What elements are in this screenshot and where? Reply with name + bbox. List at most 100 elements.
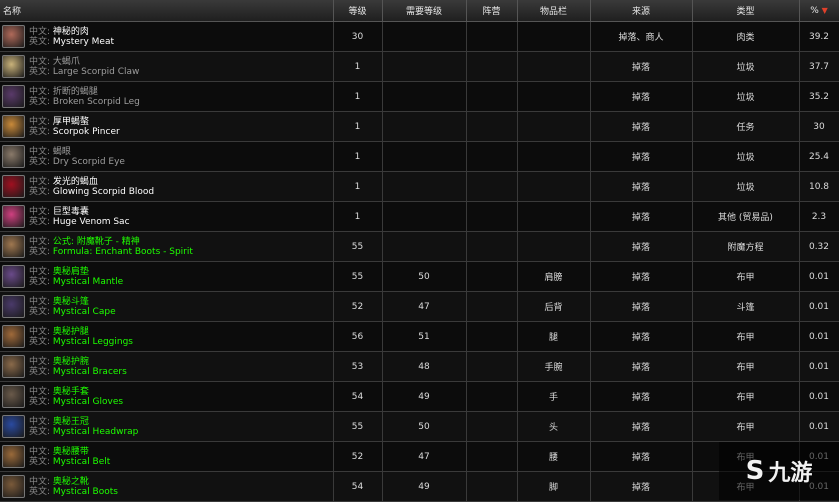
item-icon[interactable] [2, 445, 25, 468]
item-level: 1 [333, 171, 383, 202]
item-required-level: 51 [382, 321, 467, 352]
item-name-english[interactable]: Mystical Cape [53, 307, 116, 317]
item-name-chinese[interactable]: 奥秘手套 [53, 387, 89, 397]
column-header-type[interactable]: 类型 [692, 0, 800, 22]
item-slot: 肩膀 [517, 261, 591, 292]
item-name-english[interactable]: Huge Venom Sac [53, 217, 130, 227]
table-row[interactable]: 中文: 神秘的肉 英文: Mystery Meat 30 掉落、商人 肉类 39.2 [0, 21, 839, 52]
item-name-english[interactable]: Broken Scorpid Leg [53, 97, 140, 107]
item-icon[interactable] [2, 385, 25, 408]
item-name-chinese[interactable]: 奥秘护腿 [53, 327, 89, 337]
table-row[interactable]: 中文: 奥秘手套 英文: Mystical Gloves 54 49 手掉落 布甲 0.01 [0, 381, 839, 412]
item-icon[interactable] [2, 235, 25, 258]
item-name-cell: 中文: 公式: 附魔靴子 - 精神 英文: Formula: Enchant Bo… [0, 231, 334, 262]
table-row[interactable]: 中文: 发光的蝎血 英文: Glowing Scorpid Blood 1 掉落 垃圾 1… [0, 171, 839, 202]
item-name-english[interactable]: Mystical Leggings [53, 337, 133, 347]
item-name-chinese[interactable]: 奥秘肩垫 [53, 267, 89, 277]
item-type: 布甲 [692, 411, 800, 442]
item-name-chinese[interactable]: 厚甲蝎螯 [53, 117, 89, 127]
item-icon[interactable] [2, 25, 25, 48]
english-label: 英文: [29, 186, 51, 197]
item-name-english[interactable]: Mystical Belt [53, 457, 110, 467]
column-header-level[interactable]: 等级 [333, 0, 383, 22]
column-header-required-level[interactable]: 需要等级 [382, 0, 467, 22]
item-name-chinese[interactable]: 巨型毒囊 [53, 207, 89, 217]
item-name-chinese[interactable]: 大蝎爪 [53, 57, 80, 67]
item-type: 斗篷 [692, 291, 800, 322]
item-type: 肉类 [692, 21, 800, 52]
item-icon[interactable] [2, 415, 25, 438]
chinese-label: 中文: [29, 176, 51, 187]
column-header-source[interactable]: 来源 [590, 0, 693, 22]
item-required-level [382, 111, 467, 142]
table-row[interactable]: 中文: 大蝎爪 英文: Large Scorpid Claw 1 掉落 垃圾 37.7 [0, 51, 839, 82]
item-level: 1 [333, 51, 383, 82]
table-row[interactable]: 中文: 折断的蝎腿 英文: Broken Scorpid Leg 1 掉落 垃圾 35.2 [0, 81, 839, 112]
item-name-chinese[interactable]: 奥秘腰带 [53, 447, 89, 457]
item-type: 布甲 [692, 381, 800, 412]
table-row[interactable]: 中文: 奥秘斗篷 英文: Mystical Cape 52 47 后背 掉落 斗篷 0.01 [0, 291, 839, 322]
table-row[interactable]: 中文: 蝎眼 英文: Dry Scorpid Eye 1 掉落 垃圾 25.4 [0, 141, 839, 172]
item-name-english[interactable]: Formula: Enchant Boots - Spirit [53, 247, 193, 257]
item-name-chinese[interactable]: 发光的蝎血 [53, 177, 98, 187]
item-icon[interactable] [2, 175, 25, 198]
item-name-english[interactable]: Scorpok Pincer [53, 127, 120, 137]
item-icon[interactable] [2, 55, 25, 78]
item-type: 布甲 [692, 351, 800, 382]
item-faction [466, 381, 518, 412]
table-row[interactable]: 中文: 巨型毒囊 英文: Huge Venom Sac 1 掉落 其他 (贸易品) 2.3 [0, 201, 839, 232]
table-row[interactable]: 中文: 奥秘护腿 英文: Mystical Leggings 56 51 腿掉落 布甲 0.… [0, 321, 839, 352]
item-name-english[interactable]: Mystical Bracers [53, 367, 127, 377]
item-name-chinese[interactable]: 奥秘之靴 [53, 477, 89, 487]
item-name-english[interactable]: Large Scorpid Claw [53, 67, 140, 77]
english-label: 英文: [29, 336, 51, 347]
item-name-cell: 中文: 奥秘之靴 英文: Mystical Boots [0, 471, 334, 502]
item-name-chinese[interactable]: 折断的蝎腿 [53, 87, 98, 97]
item-name-chinese[interactable]: 蝎眼 [53, 147, 71, 157]
item-name-chinese[interactable]: 公式: 附魔靴子 - 精神 [53, 237, 140, 247]
item-icon[interactable] [2, 115, 25, 138]
table-body: 中文: 神秘的肉 英文: Mystery Meat 30 掉落、商人 肉类 39.2 中文:… [0, 21, 839, 502]
item-name-english[interactable]: Mystical Gloves [53, 397, 123, 407]
chinese-label: 中文: [29, 146, 51, 157]
item-name-chinese[interactable]: 神秘的肉 [53, 27, 89, 37]
item-name-cell: 中文: 奥秘腰带 英文: Mystical Belt [0, 441, 334, 472]
chinese-label: 中文: [29, 476, 51, 487]
item-name-chinese[interactable]: 奥秘斗篷 [53, 297, 89, 307]
table-row[interactable]: 中文: 奥秘肩垫 英文: Mystical Mantle 55 50 肩膀 掉落 布甲 0.0… [0, 261, 839, 292]
item-icon[interactable] [2, 145, 25, 168]
item-icon[interactable] [2, 355, 25, 378]
column-header-slot[interactable]: 物品栏 [517, 0, 591, 22]
table-row[interactable]: 中文: 厚甲蝎螯 英文: Scorpok Pincer 1 掉落 任务 30 [0, 111, 839, 142]
column-header-name[interactable]: 名称 [0, 0, 334, 22]
column-header-faction[interactable]: 阵营 [466, 0, 518, 22]
item-drop-percent: 0.01 [799, 321, 839, 352]
item-name-english[interactable]: Glowing Scorpid Blood [53, 187, 154, 197]
table-row[interactable]: 中文: 奥秘王冠 英文: Mystical Headwrap 55 50 头掉落 布甲 0.… [0, 411, 839, 442]
chinese-label: 中文: [29, 416, 51, 427]
chinese-label: 中文: [29, 56, 51, 67]
column-header-percent[interactable]: % ▼ [799, 0, 839, 22]
item-drop-percent: 35.2 [799, 81, 839, 112]
item-name-english[interactable]: Mystical Boots [53, 487, 118, 497]
item-name-english[interactable]: Dry Scorpid Eye [53, 157, 125, 167]
item-name-english[interactable]: Mystical Headwrap [53, 427, 138, 437]
item-slot [517, 111, 591, 142]
item-required-level: 49 [382, 471, 467, 502]
table-row[interactable]: 中文: 奥秘之靴英文: Mystical Boots5449脚掉落布甲0.01 [0, 471, 839, 502]
item-name-english[interactable]: Mystery Meat [53, 37, 114, 47]
item-name-chinese[interactable]: 奥秘王冠 [53, 417, 89, 427]
item-icon[interactable] [2, 475, 25, 498]
item-icon[interactable] [2, 85, 25, 108]
item-icon[interactable] [2, 265, 25, 288]
item-drop-percent: 39.2 [799, 21, 839, 52]
item-icon[interactable] [2, 205, 25, 228]
item-icon[interactable] [2, 325, 25, 348]
table-row[interactable]: 中文: 奥秘护腕 英文: Mystical Bracers 53 48 手腕 掉落 布甲 0.… [0, 351, 839, 382]
item-name-english[interactable]: Mystical Mantle [53, 277, 123, 287]
table-row[interactable]: 中文: 公式: 附魔靴子 - 精神 英文: Formula: Enchant Bo… [0, 231, 839, 262]
item-name-chinese[interactable]: 奥秘护腕 [53, 357, 89, 367]
table-row[interactable]: 中文: 奥秘腰带英文: Mystical Belt5247腰掉落布甲0.01 [0, 441, 839, 472]
item-icon[interactable] [2, 295, 25, 318]
item-source: 掉落 [590, 111, 693, 142]
